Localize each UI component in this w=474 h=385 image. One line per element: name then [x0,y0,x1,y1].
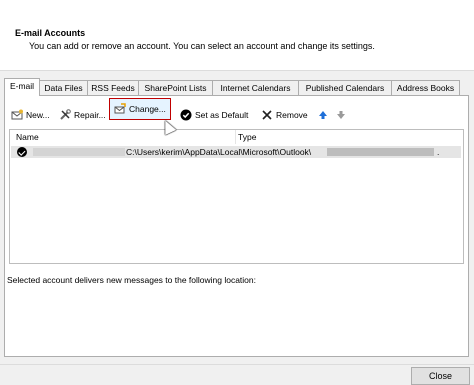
change-button-label: Change... [129,104,166,114]
column-divider[interactable] [235,130,236,144]
tab-internet-calendars[interactable]: Internet Calendars [212,80,299,95]
email-tab-panel: New... Repair... Change... Set as Defaul… [4,95,469,357]
tab-published-calendars[interactable]: Published Calendars [298,80,392,95]
repair-button[interactable]: Repair... [59,106,106,124]
column-header-type[interactable]: Type [238,130,256,144]
move-down-button[interactable] [335,106,347,124]
delivery-location-label: Selected account delivers new messages t… [7,275,257,285]
new-button[interactable]: New... [11,106,50,124]
default-check-icon [180,109,192,121]
footer-divider [0,364,474,365]
account-row[interactable]: C:\Users\kerim\AppData\Local\Microsoft\O… [11,146,461,158]
accounts-list[interactable]: Name Type C:\Users\kerim\AppData\Local\M… [9,129,464,264]
dialog-title: E-mail Accounts [15,28,86,38]
tab-address-books[interactable]: Address Books [391,80,460,95]
tab-sharepoint-lists[interactable]: SharePoint Lists [138,80,213,95]
default-account-check-icon [17,147,27,157]
change-account-icon [114,103,126,115]
account-type-path: C:\Users\kerim\AppData\Local\Microsoft\O… [126,147,312,157]
move-up-button[interactable] [317,106,329,124]
dialog-subtitle: You can add or remove an account. You ca… [29,41,375,51]
close-button[interactable]: Close [411,367,470,385]
remove-x-icon [261,109,273,121]
remove-button-label: Remove [276,110,308,120]
redacted-account-name [33,148,125,156]
remove-button[interactable]: Remove [261,106,308,124]
tab-data-files[interactable]: Data Files [39,80,88,95]
set-as-default-button[interactable]: Set as Default [180,106,248,124]
account-type-suffix: . [437,147,440,157]
redacted-account-path [327,148,434,156]
column-header-name[interactable]: Name [16,130,39,144]
tab-email[interactable]: E-mail [4,78,40,96]
new-account-icon [11,109,23,121]
arrow-down-icon [335,109,347,121]
change-button[interactable]: Change... [109,98,171,120]
set-as-default-label: Set as Default [195,110,249,120]
repair-button-label: Repair... [74,110,106,120]
tab-rss-feeds[interactable]: RSS Feeds [87,80,139,95]
repair-tools-icon [59,109,71,121]
new-button-label: New... [26,110,50,120]
arrow-up-icon [317,109,329,121]
dialog-header: E-mail Accounts You can add or remove an… [0,0,474,71]
